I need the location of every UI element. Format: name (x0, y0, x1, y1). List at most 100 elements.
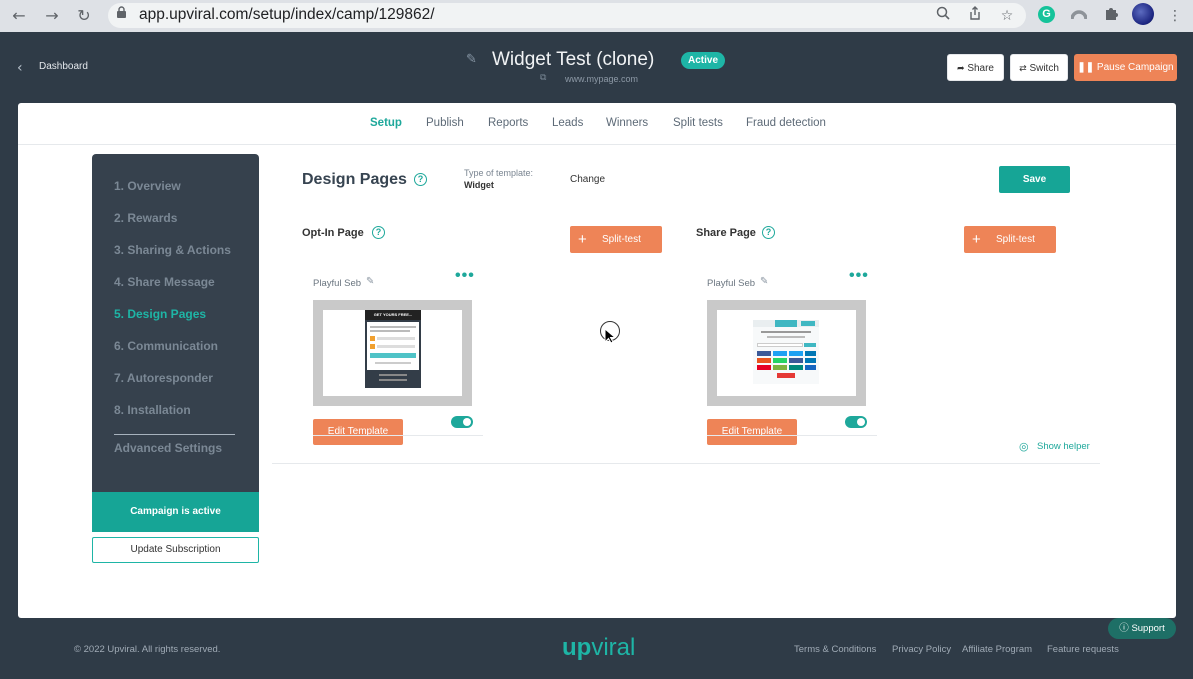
url-text[interactable]: app.upviral.com/setup/index/camp/129862/ (139, 6, 435, 23)
reload-icon[interactable]: ↻ (74, 6, 94, 26)
footer-link-terms[interactable]: Terms & Conditions (794, 644, 876, 655)
mini-social (773, 358, 787, 363)
share-template-preview[interactable] (707, 300, 866, 406)
mini-tab (775, 320, 797, 327)
sidebar-item-design-pages[interactable]: 5. Design Pages (114, 307, 206, 321)
forward-icon[interactable]: → (42, 6, 62, 26)
optin-help-icon[interactable]: ? (372, 226, 385, 239)
update-subscription-button[interactable]: Update Subscription (92, 537, 259, 563)
share-page-icon[interactable] (965, 6, 985, 26)
switch-button[interactable]: ⇄ Switch (1010, 54, 1068, 81)
mini-field (377, 337, 415, 340)
sidebar-item-sharing-actions[interactable]: 3. Sharing & Actions (114, 243, 231, 257)
share-button-label: Share (967, 63, 994, 74)
content-divider (272, 463, 1100, 464)
footer-link-feature-requests[interactable]: Feature requests (1047, 644, 1119, 655)
grammarly-extension-icon[interactable]: G (1038, 6, 1055, 23)
puzzle-extensions-icon[interactable] (1101, 6, 1121, 26)
more-options-icon[interactable]: ••• (455, 268, 475, 284)
edit-title-pencil-icon[interactable]: ✎ (466, 52, 477, 67)
template-type-value: Widget (464, 180, 494, 190)
optin-edit-template-button[interactable]: Edit Template (313, 419, 403, 445)
mini-line (370, 326, 416, 328)
mini-heading: GET YOURS FREE... (365, 310, 421, 320)
mini-social (805, 365, 816, 370)
mini-social (789, 365, 803, 370)
mini-form (367, 322, 419, 370)
share-button[interactable]: ➦ Share (947, 54, 1004, 81)
footer-link-privacy[interactable]: Privacy Policy (892, 644, 951, 655)
mini-social (805, 358, 816, 363)
optin-split-test-button[interactable]: + Split-test (570, 226, 662, 253)
sidebar-item-share-message[interactable]: 4. Share Message (114, 275, 215, 289)
mini-social (773, 365, 787, 370)
mini-field (757, 343, 803, 347)
share-help-icon[interactable]: ? (762, 226, 775, 239)
pause-icon: ❚❚ (1077, 62, 1095, 73)
back-icon[interactable]: ← (9, 6, 29, 26)
external-link-icon[interactable]: ⧉ (540, 73, 546, 83)
sidebar-item-autoresponder[interactable]: 7. Autoresponder (114, 371, 213, 385)
change-template-link[interactable]: Change (570, 174, 605, 185)
sidebar-item-installation[interactable]: 8. Installation (114, 403, 191, 417)
share-divider (707, 435, 877, 436)
tab-leads[interactable]: Leads (552, 116, 583, 130)
sidebar-item-communication[interactable]: 6. Communication (114, 339, 218, 353)
sidebar-item-rewards[interactable]: 2. Rewards (114, 211, 177, 225)
mini-footer (379, 374, 407, 376)
browser-menu-icon[interactable]: ⋮ (1165, 6, 1185, 26)
tab-publish[interactable]: Publish (426, 116, 464, 130)
bookmark-star-icon[interactable]: ☆ (997, 6, 1017, 26)
tab-setup[interactable]: Setup (370, 116, 402, 130)
lock-icon[interactable] (116, 6, 130, 20)
extension-arc-icon[interactable] (1069, 6, 1089, 26)
mini-social (805, 351, 816, 356)
support-button[interactable]: ⓘ Support (1108, 618, 1176, 639)
profile-avatar[interactable] (1132, 3, 1154, 25)
mini-icon (370, 344, 375, 349)
show-helper-link[interactable]: Show helper (1037, 441, 1090, 452)
mini-line (370, 330, 410, 332)
share-toggle[interactable] (845, 416, 867, 428)
optin-divider (313, 435, 483, 436)
share-template-name: Playful Seb (707, 278, 756, 289)
mini-social (789, 358, 803, 363)
pause-campaign-button[interactable]: ❚❚ Pause Campaign (1074, 54, 1177, 81)
mini-social (773, 351, 787, 356)
save-button[interactable]: Save (999, 166, 1070, 193)
campaign-title: Widget Test (clone) (492, 49, 655, 70)
rename-pencil-icon[interactable]: ✎ (760, 276, 768, 287)
tab-fraud-detection[interactable]: Fraud detection (746, 116, 826, 130)
optin-template-name: Playful Seb (313, 278, 362, 289)
more-options-icon[interactable]: ••• (849, 268, 869, 284)
tab-split-tests[interactable]: Split tests (673, 116, 723, 130)
split-test-label: Split-test (602, 234, 641, 245)
share-page-title: Share Page (696, 227, 756, 239)
campaign-active-banner: Campaign is active (92, 492, 259, 532)
dashboard-link[interactable]: Dashboard (39, 61, 88, 72)
zoom-icon[interactable] (933, 6, 953, 26)
chevron-left-icon[interactable]: ‹ (17, 60, 23, 76)
optin-template-preview[interactable]: GET YOURS FREE... (313, 300, 472, 406)
share-edit-template-button[interactable]: Edit Template (707, 419, 797, 445)
plus-icon: + (578, 231, 587, 248)
sidebar-item-overview[interactable]: 1. Overview (114, 179, 181, 193)
share-split-test-button[interactable]: + Split-test (964, 226, 1056, 253)
help-circle-icon: ⓘ (1119, 623, 1129, 634)
campaign-domain[interactable]: www.mypage.com (565, 74, 638, 84)
tab-winners[interactable]: Winners (606, 116, 648, 130)
upviral-logo[interactable]: upviral (562, 634, 635, 662)
sidebar-item-advanced-settings[interactable]: Advanced Settings (114, 441, 222, 455)
rename-pencil-icon[interactable]: ✎ (366, 276, 374, 287)
optin-toggle[interactable] (451, 416, 473, 428)
footer-link-affiliate[interactable]: Affiliate Program (962, 644, 1032, 655)
tab-reports[interactable]: Reports (488, 116, 528, 130)
mini-tabs (753, 320, 819, 327)
support-label: Support (1131, 623, 1165, 634)
sidebar-divider (114, 434, 235, 435)
logo-viral: viral (591, 634, 636, 661)
template-type-label: Type of template: (464, 168, 534, 178)
lifebuoy-icon[interactable]: ◎ (1019, 440, 1029, 453)
mini-social (777, 373, 795, 378)
help-icon[interactable]: ? (414, 173, 427, 186)
